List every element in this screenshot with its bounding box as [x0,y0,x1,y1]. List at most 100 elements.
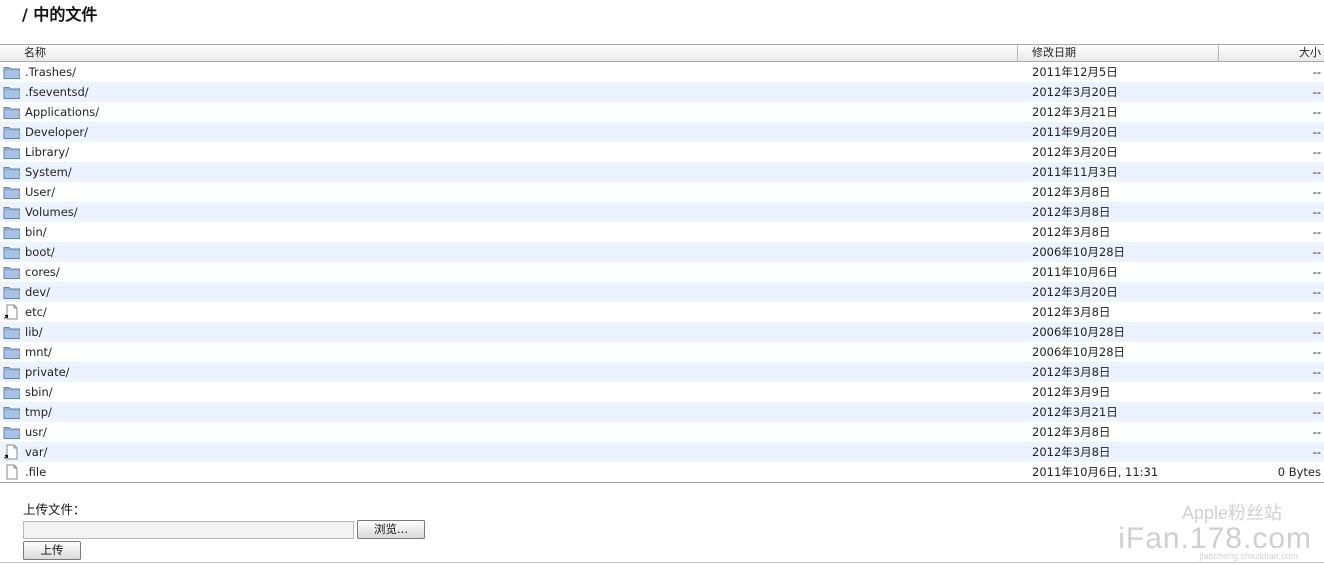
item-name-link[interactable]: mnt/ [25,342,52,362]
item-name-link[interactable]: .file [25,462,46,482]
cell-name[interactable]: tmp/ [0,402,1018,422]
folder-icon [3,84,21,100]
cell-name[interactable]: User/ [0,182,1018,202]
cell-date: 2012年3月8日 [1032,425,1111,439]
folder-icon [3,164,21,180]
table-row[interactable]: Volumes/2012年3月8日 -- [0,202,1324,222]
cell-name[interactable]: var/ [0,442,1018,462]
table-row[interactable]: Developer/2011年9月20日 -- [0,122,1324,142]
item-name-link[interactable]: usr/ [25,422,47,442]
table-row[interactable]: cores/2011年10月6日 -- [0,262,1324,282]
item-name-link[interactable]: System/ [25,162,72,182]
cell-name[interactable]: Applications/ [0,102,1018,122]
item-name-link[interactable]: Developer/ [25,122,88,142]
table-row[interactable]: private/2012年3月8日 -- [0,362,1324,382]
cell-size: -- [1312,205,1321,219]
item-name-link[interactable]: User/ [25,182,55,202]
cell-date: 2011年9月20日 [1032,125,1118,139]
item-name-link[interactable]: private/ [25,362,70,382]
cell-size: -- [1312,385,1321,399]
table-row[interactable]: mnt/2006年10月28日 -- [0,342,1324,362]
table-row[interactable]: tmp/2012年3月21日 -- [0,402,1324,422]
cell-size: -- [1312,125,1321,139]
upload-submit-button[interactable]: 上传 [23,541,81,560]
cell-name[interactable]: boot/ [0,242,1018,262]
folder-icon [3,104,21,120]
table-row[interactable]: bin/2012年3月8日 -- [0,222,1324,242]
cell-name[interactable]: .file [0,462,1018,482]
table-row[interactable]: .Trashes/2011年12月5日 -- [0,62,1324,82]
table-row[interactable]: lib/2006年10月28日 -- [0,322,1324,342]
table-row[interactable]: boot/2006年10月28日 -- [0,242,1324,262]
cell-size: -- [1312,265,1321,279]
cell-name[interactable]: dev/ [0,282,1018,302]
cell-name[interactable]: etc/ [0,302,1018,322]
watermark-top-text: Apple粉丝站 [1181,503,1282,523]
cell-name[interactable]: cores/ [0,262,1018,282]
cell-date: 2012年3月8日 [1032,445,1111,459]
cell-name[interactable]: .fseventsd/ [0,82,1018,102]
cell-size: -- [1312,105,1321,119]
item-name-link[interactable]: Volumes/ [25,202,78,222]
cell-date: 2012年3月20日 [1032,285,1118,299]
table-row[interactable]: sbin/2012年3月9日 -- [0,382,1324,402]
cell-name[interactable]: Developer/ [0,122,1018,142]
alias-icon [3,444,21,460]
cell-size: -- [1312,325,1321,339]
table-row[interactable]: .file 2011年10月6日, 11:31 0 Bytes [0,462,1324,482]
cell-date: 2006年10月28日 [1032,345,1126,359]
cell-date: 2012年3月20日 [1032,85,1118,99]
table-row[interactable]: System/2011年11月3日 -- [0,162,1324,182]
table-row[interactable]: usr/2012年3月8日 -- [0,422,1324,442]
upload-file-input[interactable] [23,520,354,539]
item-name-link[interactable]: .Trashes/ [25,62,76,82]
item-name-link[interactable]: etc/ [25,302,47,322]
item-name-link[interactable]: boot/ [25,242,55,262]
cell-size: -- [1312,85,1321,99]
table-row[interactable]: Library/2012年3月20日 -- [0,142,1324,162]
item-name-link[interactable]: tmp/ [25,402,52,422]
column-header-size[interactable]: 大小 [1219,45,1324,61]
item-name-link[interactable]: var/ [25,442,47,462]
item-name-link[interactable]: lib/ [25,322,43,342]
cell-name[interactable]: bin/ [0,222,1018,242]
folder-icon [3,364,21,380]
table-row[interactable]: .fseventsd/2012年3月20日 -- [0,82,1324,102]
cell-name[interactable]: usr/ [0,422,1018,442]
item-name-link[interactable]: bin/ [25,222,47,242]
cell-name[interactable]: System/ [0,162,1018,182]
cell-size: -- [1312,405,1321,419]
cell-name[interactable]: Library/ [0,142,1018,162]
column-header-name[interactable]: 名称 [0,45,1018,61]
cell-name[interactable]: private/ [0,362,1018,382]
cell-date: 2012年3月9日 [1032,385,1111,399]
table-row[interactable]: var/2012年3月8日 -- [0,442,1324,462]
cell-date: 2012年3月8日 [1032,365,1111,379]
cell-size: -- [1312,305,1321,319]
folder-icon [3,264,21,280]
folder-icon [3,224,21,240]
cell-size: -- [1312,145,1321,159]
cell-name[interactable]: .Trashes/ [0,62,1018,82]
table-row[interactable]: dev/2012年3月20日 -- [0,282,1324,302]
table-row[interactable]: User/2012年3月8日 -- [0,182,1324,202]
item-name-link[interactable]: Applications/ [25,102,99,122]
item-name-link[interactable]: .fseventsd/ [25,82,89,102]
browse-button[interactable]: 浏览... [357,520,425,539]
folder-icon [3,344,21,360]
cell-name[interactable]: lib/ [0,322,1018,342]
item-name-link[interactable]: dev/ [25,282,50,302]
cell-date: 2012年3月21日 [1032,405,1118,419]
alias-icon [3,304,21,320]
item-name-link[interactable]: Library/ [25,142,69,162]
table-row[interactable]: Applications/2012年3月21日 -- [0,102,1324,122]
cell-name[interactable]: sbin/ [0,382,1018,402]
cell-date: 2011年10月6日, 11:31 [1032,465,1159,479]
item-name-link[interactable]: sbin/ [25,382,53,402]
cell-name[interactable]: mnt/ [0,342,1018,362]
cell-name[interactable]: Volumes/ [0,202,1018,222]
column-header-date[interactable]: 修改日期 [1018,45,1219,61]
table-row[interactable]: etc/2012年3月8日 -- [0,302,1324,322]
file-icon [3,464,21,480]
item-name-link[interactable]: cores/ [25,262,60,282]
